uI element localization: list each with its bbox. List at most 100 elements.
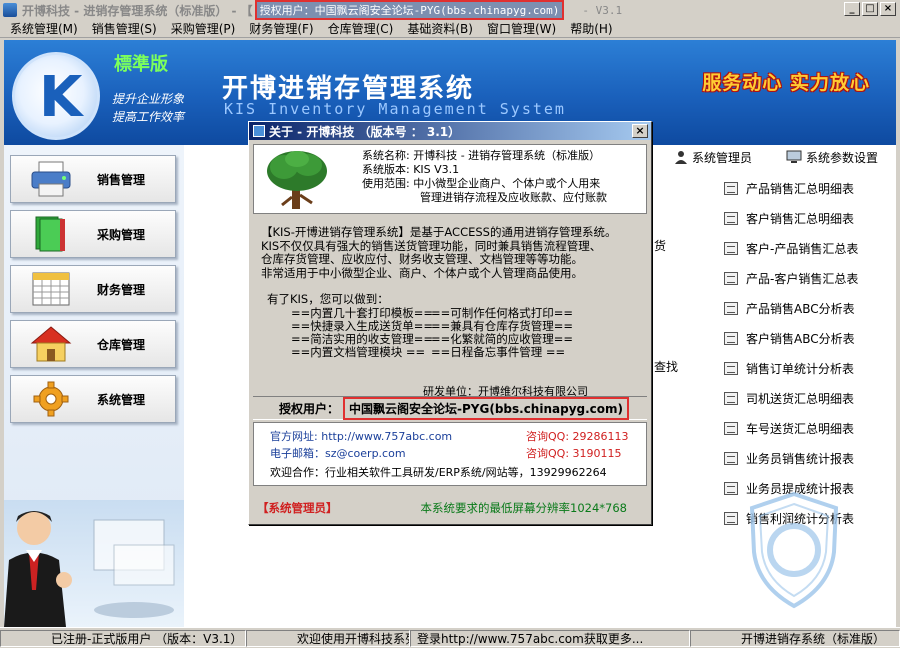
- spreadsheet-icon: [29, 270, 73, 308]
- feature-item: ==快捷录入生成送货单==: [291, 318, 434, 333]
- window-title-auth: 授权用户：中国飘云阁安全论坛-PYG(bbs.chinapyg.com): [254, 0, 565, 20]
- info-system-version: 系统版本: KIS V3.1: [362, 163, 460, 176]
- report-label: 车号送货汇总明细表: [746, 421, 855, 436]
- report-item[interactable]: 产品销售汇总明细表: [724, 173, 894, 203]
- nav-finance-button[interactable]: 财务管理: [10, 265, 176, 313]
- report-label: 产品销售汇总明细表: [746, 181, 855, 196]
- feature-item: ==兼具有仓库存货管理==: [431, 318, 574, 333]
- authorized-user-label: 授权用户：: [279, 401, 340, 416]
- nav-warehouse-button[interactable]: 仓库管理: [10, 320, 176, 368]
- authorized-user-value: 中国飘云阁安全论坛-PYG(bbs.chinapyg.com): [343, 396, 630, 420]
- info-usage-scope-1: 使用范围: 中小微型企业商户、个体户或个人用来: [362, 177, 601, 190]
- report-label: 客户销售汇总明细表: [746, 211, 855, 226]
- email-label: 电子邮箱：: [270, 447, 325, 460]
- menu-finance[interactable]: 财务管理(F): [249, 20, 313, 37]
- minimize-button[interactable]: _: [844, 2, 860, 16]
- report-icon: [724, 331, 738, 345]
- system-settings-button[interactable]: 系统参数设置: [786, 149, 878, 166]
- logo: K: [12, 52, 100, 140]
- menu-sales[interactable]: 销售管理(S): [92, 20, 157, 37]
- status-bar: 已注册-正式版用户 （版本：V3.1） 欢迎使用开博科技系列软件 登录http:…: [0, 627, 900, 648]
- report-item[interactable]: 客户销售汇总明细表: [724, 203, 894, 233]
- info-usage-scope-2: 管理进销存流程及应收账款、应付账款: [420, 191, 607, 204]
- nav-finance-label: 财务管理: [97, 282, 146, 297]
- qq1-label: 咨询QQ:: [526, 430, 570, 443]
- user-icon: [675, 151, 687, 164]
- desc-line: 【KIS-开博进销存管理系统】是基于ACCESS的通用进销存管理系统。: [261, 225, 617, 239]
- nav-purchase-label: 采购管理: [97, 227, 146, 242]
- authorized-user-row: 授权用户： 中国飘云阁安全论坛-PYG(bbs.chinapyg.com): [253, 396, 647, 420]
- qq2-label: 咨询QQ:: [526, 447, 570, 460]
- tree-logo: [267, 151, 327, 209]
- status-welcome: 欢迎使用开博科技系列软件: [246, 629, 410, 647]
- decorative-person-image: [4, 500, 184, 627]
- cooperation-text: 欢迎合作：行业相关软件工具研发/ERP系统/网站等，13929962264: [270, 466, 607, 479]
- desc-line: KIS不仅仅具有强大的销售送货管理功能，同时兼具销售流程管理、: [261, 238, 602, 253]
- report-icon: [724, 271, 738, 285]
- motto: 服务动心 实力放心: [702, 72, 870, 94]
- website-link[interactable]: http://www.757abc.com: [321, 430, 452, 443]
- nav-sales-button[interactable]: 销售管理: [10, 155, 176, 203]
- report-item[interactable]: 客户-产品销售汇总表: [724, 233, 894, 263]
- email-link[interactable]: sz@coerp.com: [325, 447, 406, 460]
- menu-window[interactable]: 窗口管理(W): [487, 20, 556, 37]
- desc-line: 仓库存货管理、应收应付、财务收支管理、文档管理等等功能。: [261, 252, 583, 266]
- report-icon: [724, 511, 738, 525]
- menu-purchase[interactable]: 采购管理(P): [171, 20, 236, 37]
- feature-row: ==内置文档管理模块 == ==日程备忘事件管理 ==: [261, 345, 647, 359]
- report-icon: [724, 241, 738, 255]
- nav-warehouse-label: 仓库管理: [97, 337, 146, 352]
- menu-help[interactable]: 帮助(H): [570, 20, 612, 37]
- app-icon: [3, 3, 17, 17]
- feature-item: ==可制作任何格式打印==: [431, 305, 574, 320]
- qq2-value: 3190115: [572, 447, 622, 460]
- pyg-watermark-shield: [749, 491, 839, 609]
- about-dialog: 关于 - 开博科技 （版本号 ： 3.1） × 系统名称: 开博科技 - 进销存…: [248, 121, 652, 525]
- nav-purchase-button[interactable]: 采购管理: [10, 210, 176, 258]
- contact-panel: 官方网址: http://www.757abc.com 咨询QQ: 292861…: [253, 422, 647, 486]
- report-label: 销售订单统计分析表: [746, 361, 855, 376]
- about-dialog-titlebar: 关于 - 开博科技 （版本号 ： 3.1）: [249, 122, 651, 140]
- nav-system-label: 系统管理: [97, 392, 146, 407]
- report-item[interactable]: 业务员销售统计报表: [724, 443, 894, 473]
- feature-item: ==内置几十套打印模板==: [291, 305, 434, 320]
- report-item[interactable]: 产品-客户销售汇总表: [724, 263, 894, 293]
- report-icon: [724, 301, 738, 315]
- books-icon: [29, 215, 73, 253]
- report-item[interactable]: 车号送货汇总明细表: [724, 413, 894, 443]
- report-label: 产品-客户销售汇总表: [746, 271, 859, 286]
- report-icon: [724, 361, 738, 375]
- maximize-button[interactable]: □: [862, 2, 878, 16]
- report-item[interactable]: 销售订单统计分析表: [724, 353, 894, 383]
- menu-system[interactable]: 系统管理(M): [10, 20, 78, 37]
- obscured-text-fragment-2: 查找: [654, 360, 679, 374]
- obscured-text-fragment-1: 货: [654, 239, 667, 253]
- report-icon: [724, 451, 738, 465]
- logo-letter: K: [39, 65, 83, 130]
- report-item[interactable]: 客户销售ABC分析表: [724, 323, 894, 353]
- slogan-1: 提升企业形象: [112, 92, 185, 106]
- dialog-close-button[interactable]: ×: [632, 124, 648, 138]
- menu-warehouse[interactable]: 仓库管理(C): [328, 20, 394, 37]
- left-nav-panel: 销售管理 采购管理 财务管理 仓库管理 系统管理: [4, 145, 184, 627]
- report-item[interactable]: 司机送货汇总明细表: [724, 383, 894, 413]
- report-item[interactable]: 产品销售ABC分析表: [724, 293, 894, 323]
- report-icon: [724, 391, 738, 405]
- features-intro: 有了KIS，您可以做到：: [267, 292, 389, 306]
- report-icon: [724, 211, 738, 225]
- report-icon: [724, 181, 738, 195]
- nav-system-button[interactable]: 系统管理: [10, 375, 176, 423]
- close-button[interactable]: ×: [880, 2, 896, 16]
- about-info-panel: 系统名称: 开博科技 - 进销存管理系统（标准版） 系统版本: KIS V3.1…: [253, 144, 647, 214]
- menu-basic-data[interactable]: 基础资料(B): [407, 20, 473, 37]
- about-description: 【KIS-开博进销存管理系统】是基于ACCESS的通用进销存管理系统。 KIS不…: [253, 218, 647, 398]
- feature-row: ==快捷录入生成送货单== ==兼具有仓库存货管理==: [261, 318, 647, 333]
- qq1-value: 29286113: [572, 430, 629, 443]
- gear-icon: [29, 380, 73, 418]
- current-user-button[interactable]: 系统管理员: [674, 149, 752, 166]
- edition-label: 標準版: [114, 54, 168, 75]
- feature-item: ==化繁就简的应收管理==: [431, 331, 574, 346]
- report-label: 产品销售ABC分析表: [746, 301, 855, 316]
- system-subtitle: KIS Inventory Management System: [224, 100, 566, 118]
- current-user-label: 系统管理员: [692, 150, 753, 165]
